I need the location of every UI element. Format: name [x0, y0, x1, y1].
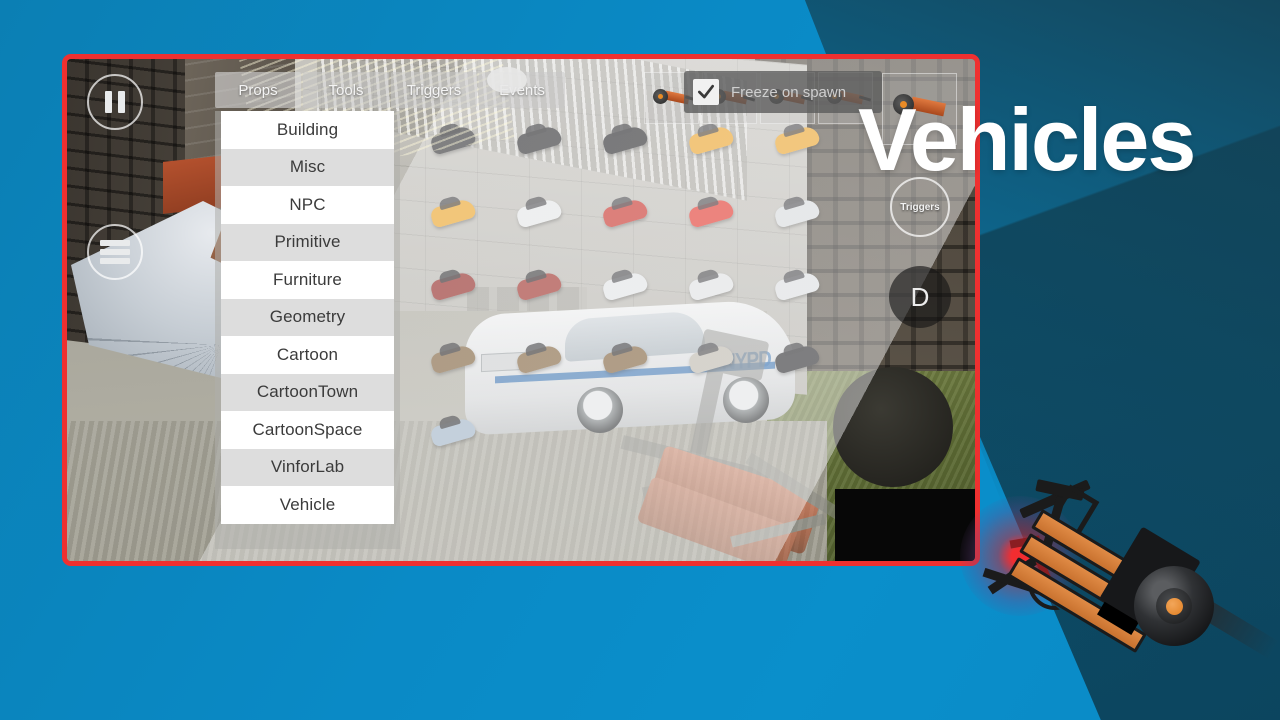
category-item-building[interactable]: Building — [221, 111, 394, 149]
category-item-vinforlab[interactable]: VinforLab — [221, 448, 394, 486]
vehicle-icon-hatch[interactable] — [687, 124, 735, 156]
vehicle-cell[interactable] — [589, 333, 675, 406]
tab-triggers[interactable]: Triggers — [391, 72, 477, 108]
vehicle-cell[interactable] — [417, 333, 503, 406]
vehicle-cell[interactable] — [675, 333, 761, 406]
vehicle-icon-coupe[interactable] — [515, 270, 563, 302]
vehicle-icon-coupe[interactable] — [429, 270, 477, 302]
vehicle-cell — [675, 406, 761, 479]
vehicle-cell[interactable] — [417, 260, 503, 333]
tab-label: Tools — [328, 81, 364, 99]
vehicle-icon-convertible[interactable] — [773, 270, 821, 302]
vehicle-icon-van[interactable] — [687, 343, 735, 375]
drive-mode-label: D — [910, 281, 930, 312]
vehicle-cell[interactable] — [417, 114, 503, 187]
page-title: Vehicles — [858, 90, 1196, 189]
category-item-label: CartoonSpace — [252, 419, 363, 439]
category-item-label: Misc — [289, 157, 326, 177]
vehicle-icon-sedan[interactable] — [601, 124, 649, 156]
hero-weapon-illustration — [960, 478, 1280, 698]
pause-icon — [105, 91, 112, 113]
tab-handle-knob[interactable] — [487, 67, 527, 93]
drive-mode-button[interactable]: D — [889, 266, 951, 328]
vehicle-cell[interactable] — [503, 260, 589, 333]
vehicle-icon-pickup[interactable] — [515, 197, 563, 229]
freeze-on-spawn-checkbox[interactable] — [693, 79, 719, 105]
vehicle-cell[interactable] — [761, 114, 847, 187]
vehicle-cell[interactable] — [589, 187, 675, 260]
triggers-hud-label: Triggers — [900, 201, 940, 213]
game-viewport: NYPD — [67, 59, 975, 561]
vehicle-icon-sedan[interactable] — [429, 124, 477, 156]
vehicle-cell[interactable] — [503, 187, 589, 260]
category-panel[interactable]: Building Misc NPC Primitive Furniture Geometr… — [215, 111, 400, 549]
scene-dark-disc — [833, 367, 953, 487]
category-item-label: Vehicle — [279, 494, 336, 514]
category-item-misc[interactable]: Misc — [221, 148, 394, 186]
tab-label: Props — [238, 81, 278, 99]
vehicle-icon-suv[interactable] — [773, 343, 821, 375]
vehicle-icon-coupe[interactable] — [601, 197, 649, 229]
vehicle-cell[interactable] — [761, 187, 847, 260]
category-item-cartoontown[interactable]: CartoonTown — [221, 373, 394, 411]
vehicle-icon-hatch[interactable] — [773, 197, 821, 229]
category-item-furniture[interactable]: Furniture — [221, 261, 394, 299]
tab-tools[interactable]: Tools — [303, 72, 389, 108]
vehicle-cell[interactable] — [589, 260, 675, 333]
vehicle-cell[interactable] — [417, 187, 503, 260]
pause-button[interactable] — [87, 74, 143, 130]
freeze-on-spawn-option[interactable]: Freeze on spawn — [684, 71, 882, 113]
scene-black-panel — [835, 489, 975, 561]
vehicle-icon-suv[interactable] — [601, 343, 649, 375]
vehicle-cell[interactable] — [503, 333, 589, 406]
category-item-label: NPC — [289, 194, 326, 214]
screenshot-frame: NYPD — [62, 54, 980, 566]
vehicle-cell[interactable] — [675, 260, 761, 333]
vehicle-icon-police[interactable] — [687, 270, 735, 302]
vehicle-cell[interactable] — [761, 333, 847, 406]
vehicle-icon-sedan[interactable] — [601, 270, 649, 302]
vehicle-icon-convertible[interactable] — [429, 416, 477, 448]
weapon-muzzle-core — [1166, 598, 1183, 615]
vehicle-icon-hatch[interactable] — [687, 197, 735, 229]
menu-button[interactable] — [87, 224, 143, 280]
vehicle-icon-suv[interactable] — [515, 343, 563, 375]
vehicle-cell — [503, 406, 589, 479]
pause-icon — [118, 91, 125, 113]
vehicle-icon-sedan[interactable] — [515, 124, 563, 156]
vehicle-icon-hatch[interactable] — [773, 124, 821, 156]
category-item-label: Primitive — [274, 232, 341, 252]
vehicle-icon-suv[interactable] — [429, 343, 477, 375]
category-item-label: CartoonTown — [256, 382, 359, 402]
freeze-on-spawn-label: Freeze on spawn — [731, 83, 847, 101]
tab-label: Triggers — [406, 81, 462, 99]
vehicle-cell[interactable] — [675, 114, 761, 187]
category-item-npc[interactable]: NPC — [221, 186, 394, 224]
category-item-label: Furniture — [273, 269, 342, 289]
vehicle-icon-grid[interactable] — [417, 114, 847, 504]
category-item-label: Building — [276, 119, 339, 139]
vehicle-cell[interactable] — [675, 187, 761, 260]
vehicle-cell — [589, 406, 675, 479]
checkmark-icon — [698, 84, 714, 99]
hamburger-icon — [100, 237, 130, 267]
category-item-primitive[interactable]: Primitive — [221, 223, 394, 261]
category-item-cartoonspace[interactable]: CartoonSpace — [221, 411, 394, 449]
vehicle-icon-hatch[interactable] — [429, 197, 477, 229]
category-item-cartoon[interactable]: Cartoon — [221, 336, 394, 374]
vehicle-cell — [761, 406, 847, 479]
category-item-vehicle[interactable]: Vehicle — [221, 486, 394, 524]
category-list[interactable]: Building Misc NPC Primitive Furniture Geometr… — [221, 111, 394, 524]
category-item-label: Geometry — [269, 307, 346, 327]
vehicle-cell[interactable] — [761, 260, 847, 333]
vehicle-cell[interactable] — [589, 114, 675, 187]
category-item-label: Cartoon — [276, 344, 339, 364]
category-item-label: VinforLab — [270, 457, 345, 477]
tab-props[interactable]: Props — [215, 72, 301, 108]
vehicle-cell[interactable] — [503, 114, 589, 187]
vehicle-cell[interactable] — [417, 406, 503, 479]
category-item-geometry[interactable]: Geometry — [221, 298, 394, 336]
